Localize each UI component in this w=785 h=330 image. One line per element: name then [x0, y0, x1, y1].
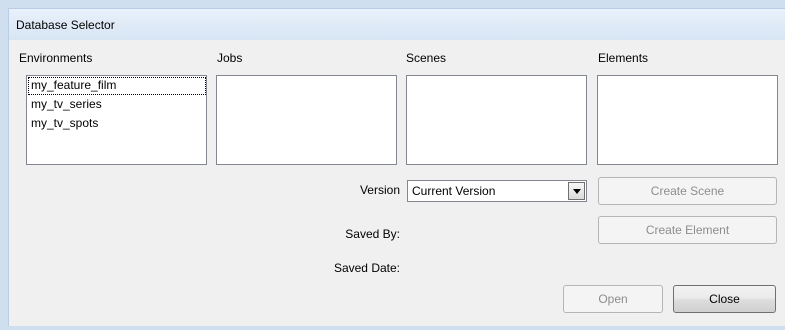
version-dropdown[interactable]: Current Version — [407, 180, 587, 202]
scenes-list[interactable] — [406, 75, 587, 165]
dialog-body: Environments Jobs Scenes Elements my_fea… — [8, 40, 785, 326]
environments-list[interactable]: my_feature_film my_tv_series my_tv_spots — [26, 75, 207, 165]
open-button[interactable]: Open — [563, 285, 663, 313]
dropdown-button[interactable] — [568, 182, 585, 200]
elements-list[interactable] — [597, 75, 778, 165]
elements-label: Elements — [598, 51, 649, 65]
create-scene-button[interactable]: Create Scene — [598, 177, 777, 205]
saved-date-label: Saved Date: — [333, 261, 400, 275]
list-item[interactable]: my_tv_series — [28, 96, 206, 114]
environments-label: Environments — [19, 51, 93, 65]
create-element-button[interactable]: Create Element — [598, 216, 777, 244]
list-item[interactable]: my_feature_film — [28, 77, 206, 95]
jobs-label: Jobs — [217, 51, 243, 65]
close-button[interactable]: Close — [673, 285, 776, 313]
saved-by-label: Saved By: — [345, 227, 400, 241]
chevron-down-icon — [573, 189, 581, 194]
jobs-list[interactable] — [216, 75, 397, 165]
window-title: Database Selector — [16, 18, 115, 32]
list-item[interactable]: my_tv_spots — [28, 115, 206, 133]
version-label: Version — [359, 183, 400, 197]
title-bar: Database Selector — [8, 8, 785, 40]
database-selector-window: Database Selector Environments Jobs Scen… — [0, 0, 785, 330]
scenes-label: Scenes — [406, 51, 447, 65]
version-value: Current Version — [412, 184, 496, 198]
